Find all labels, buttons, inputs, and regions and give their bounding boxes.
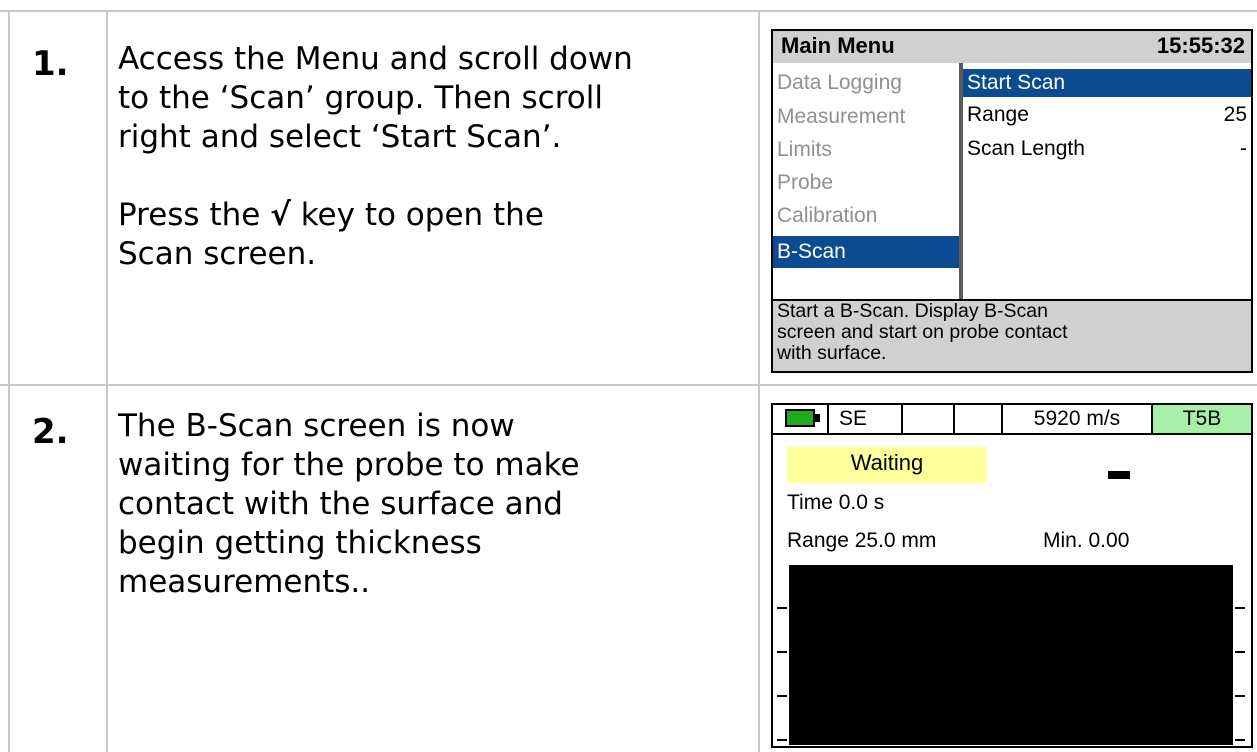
thickness-reading [1108, 471, 1130, 479]
description-line: Start a B-Scan. Display B-Scan [777, 300, 1048, 322]
main-menu-screen: Main Menu 15:55:32 Data Logging Measurem… [771, 29, 1253, 373]
probe-indicator: T5B [1153, 405, 1251, 433]
table-border-top [0, 10, 1257, 12]
step-text-line: right and select ‘Start Scan’. [118, 119, 562, 155]
menu-group-calibration[interactable]: Calibration [773, 202, 959, 230]
step-text-line: contact with the surface and [118, 486, 563, 522]
table-border-left [8, 10, 10, 752]
step-instructions: The B-Scan screen is now waiting for the… [118, 407, 758, 602]
battery-icon [785, 409, 815, 427]
menu-item-list: Start Scan Range 25 Scan Length - [963, 63, 1251, 299]
step-text-line: waiting for the probe to make [118, 447, 580, 483]
b-scan-screen: SE 5920 m/s T5B Waiting Time 0.0 s Range… [771, 403, 1253, 748]
axis-tick [777, 651, 787, 653]
menu-item-label: Scan Length [967, 137, 1085, 160]
menu-group-list: Data Logging Measurement Limits Probe Ca… [773, 63, 959, 299]
velocity-indicator: 5920 m/s [1033, 407, 1121, 430]
min-readout: Min. 0.00 [1043, 529, 1130, 552]
axis-tick [1235, 739, 1245, 741]
step-text-line: measurements.. [118, 564, 371, 600]
axis-tick [777, 607, 787, 609]
menu-group-measurement[interactable]: Measurement [773, 103, 959, 131]
description-line: with surface. [777, 342, 887, 364]
step-text-line: The B-Scan screen is now [118, 408, 515, 444]
menu-title: Main Menu [781, 33, 895, 58]
menu-item-label: Start Scan [967, 71, 1066, 94]
status-bar: SE 5920 m/s T5B [773, 405, 1251, 435]
axis-tick [1235, 695, 1245, 697]
instruction-table: 1. Access the Menu and scroll down to th… [0, 0, 1257, 752]
status-badge: Waiting [787, 447, 987, 483]
menu-header: Main Menu 15:55:32 [773, 31, 1251, 63]
clock: 15:55:32 [1156, 33, 1245, 58]
time-readout: Time 0.0 s [787, 491, 885, 514]
step-text-line: Press the √ key to open the [118, 196, 758, 235]
status-cell [955, 405, 1003, 433]
b-scan-plot-area [789, 565, 1233, 745]
menu-item-start-scan[interactable]: Start Scan [963, 69, 1251, 97]
menu-item-value: 25 [1223, 103, 1247, 126]
axis-tick [1235, 607, 1245, 609]
menu-item-label: Range [967, 103, 1029, 126]
battery-terminal-icon [815, 414, 820, 422]
menu-description: Start a B-Scan. Display B-Scan screen an… [773, 299, 1251, 371]
menu-group-data-logging[interactable]: Data Logging [773, 69, 959, 97]
menu-group-probe[interactable]: Probe [773, 169, 959, 197]
step-instructions: Access the Menu and scroll down to the ‘… [118, 40, 758, 274]
mode-indicator: SE [839, 407, 868, 430]
axis-tick [777, 695, 787, 697]
menu-item-scan-length[interactable]: Scan Length - [963, 135, 1251, 163]
step-text-line: Access the Menu and scroll down [118, 41, 633, 77]
table-row-divider [0, 384, 1257, 386]
menu-item-value: - [1240, 137, 1247, 160]
step-text-line: Scan screen. [118, 236, 317, 272]
table-column-divider [758, 10, 760, 752]
axis-tick [777, 739, 787, 741]
step-number: 2. [32, 412, 69, 452]
menu-group-limits[interactable]: Limits [773, 136, 959, 164]
step-number: 1. [32, 44, 69, 84]
axis-tick [1235, 651, 1245, 653]
step-text-line: to the ‘Scan’ group. Then scroll [118, 80, 603, 116]
menu-item-range[interactable]: Range 25 [963, 101, 1251, 129]
range-readout: Range 25.0 mm [787, 529, 937, 552]
step-text-fragment: Press the [118, 197, 271, 233]
step-text-line: begin getting thickness [118, 525, 482, 561]
menu-group-b-scan[interactable]: B-Scan [773, 236, 959, 268]
table-column-divider [106, 10, 108, 752]
check-key-icon: √ [270, 197, 291, 233]
step-text-fragment: key to open the [290, 197, 544, 233]
description-line: screen and start on probe contact [777, 321, 1068, 343]
status-cell [903, 405, 955, 433]
